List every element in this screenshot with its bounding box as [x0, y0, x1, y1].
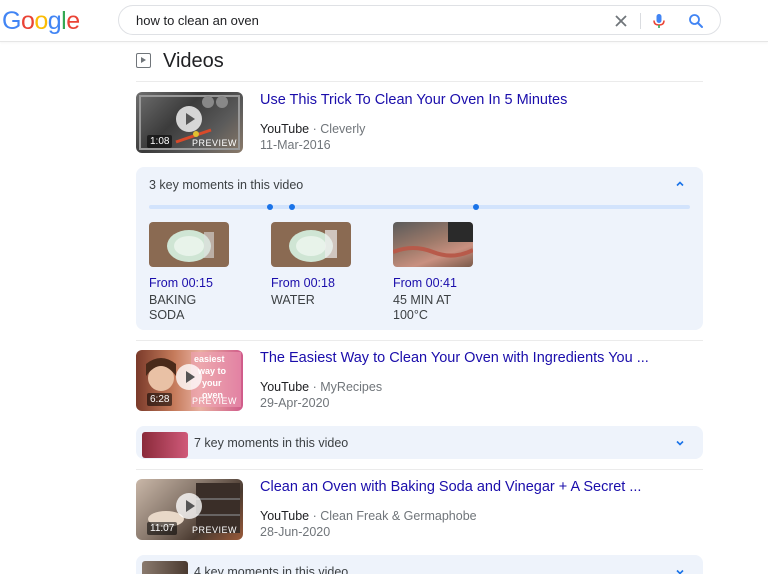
video-duration: 1:08 — [147, 135, 173, 148]
logo-letter: o — [34, 7, 48, 35]
key-moments-toggle[interactable]: 4 key moments in this video — [194, 565, 348, 574]
video-duration: 6:28 — [147, 393, 173, 406]
video-date: 28-Jun-2020 — [260, 525, 331, 539]
logo-letter: g — [47, 7, 62, 35]
logo-letter: G — [2, 7, 21, 35]
video-duration: 11:07 — [147, 522, 178, 535]
bowl-image — [167, 230, 214, 262]
clear-icon[interactable] — [612, 12, 630, 30]
key-moment[interactable]: From 00:41 45 MIN AT 100°C — [393, 222, 503, 323]
timeline-marker[interactable] — [267, 204, 273, 210]
preview-label: PREVIEW — [191, 396, 237, 406]
moment-timestamp[interactable]: From 00:18 — [271, 276, 381, 290]
timeline-marker[interactable] — [473, 204, 479, 210]
video-result: 11:07 PREVIEW Clean an Oven with Baking … — [136, 479, 703, 541]
logo-letter: e — [66, 7, 80, 35]
search-icon[interactable] — [687, 12, 705, 30]
divider — [136, 81, 703, 82]
moment-description: WATER — [271, 293, 315, 307]
video-thumbnail[interactable]: 1:08 PREVIEW — [136, 92, 243, 153]
separator: · — [312, 380, 317, 394]
google-logo[interactable]: Google — [2, 7, 80, 36]
video-play-icon — [136, 53, 151, 68]
moment-thumbnail[interactable] — [271, 222, 351, 267]
channel-name: Cleverly — [320, 122, 366, 136]
video-source: YouTube · MyRecipes — [260, 380, 382, 394]
key-moments-panel: 3 key moments in this video From 00:15 B… — [136, 167, 703, 330]
source-name: YouTube — [260, 122, 310, 136]
moment-thumbnail[interactable] — [149, 222, 229, 267]
key-moments-toggle[interactable]: 3 key moments in this video — [149, 178, 303, 192]
video-result: 1:08 PREVIEW Use This Trick To Clean You… — [136, 92, 703, 154]
microphone-icon[interactable] — [650, 12, 668, 30]
key-moment[interactable]: From 00:18 WATER — [271, 222, 381, 308]
key-moments-toggle[interactable]: 7 key moments in this video — [194, 436, 348, 450]
bowl-image — [289, 230, 337, 262]
source-name: YouTube — [260, 509, 310, 523]
chevron-down-icon[interactable] — [675, 438, 685, 448]
moment-description: BAKING SODA — [149, 293, 197, 322]
key-moments-collapsed[interactable]: 7 key moments in this video — [136, 426, 703, 459]
moment-timestamp[interactable]: From 00:15 — [149, 276, 259, 290]
key-moments-collapsed[interactable]: 4 key moments in this video — [136, 555, 703, 574]
moments-timeline[interactable] — [149, 204, 690, 210]
search-header: Google how to clean an oven — [0, 0, 768, 42]
separator: · — [312, 509, 317, 523]
search-divider — [640, 13, 641, 29]
search-input[interactable]: how to clean an oven — [136, 13, 259, 28]
key-moment[interactable]: From 00:15 BAKING SODA — [149, 222, 259, 323]
separator: · — [312, 122, 317, 136]
svg-text:your: your — [202, 378, 222, 388]
video-source: YouTube · Cleverly — [260, 122, 365, 136]
section-title: Videos — [163, 50, 224, 72]
channel-name: Clean Freak & Germaphobe — [320, 509, 477, 523]
oven-tray-image — [393, 222, 473, 258]
divider — [136, 469, 703, 470]
play-icon[interactable] — [176, 364, 202, 390]
video-thumbnail[interactable]: 11:07 PREVIEW — [136, 479, 243, 540]
preview-label: PREVIEW — [191, 138, 237, 148]
preview-label: PREVIEW — [191, 525, 237, 535]
moment-thumbnail[interactable] — [393, 222, 473, 267]
moment-preview-thumbnail — [142, 432, 188, 458]
play-icon[interactable] — [176, 106, 202, 132]
channel-name: MyRecipes — [320, 380, 383, 394]
video-thumbnail[interactable]: easiest way to your oven 6:28 PREVIEW — [136, 350, 243, 411]
video-title-link[interactable]: Use This Trick To Clean Your Oven In 5 M… — [260, 92, 567, 108]
video-result: easiest way to your oven 6:28 PREVIEW Th… — [136, 350, 703, 412]
chevron-up-icon[interactable] — [675, 179, 685, 189]
moment-description: 45 MIN AT 100°C — [393, 293, 452, 322]
video-date: 11-Mar-2016 — [260, 138, 331, 152]
chevron-down-icon[interactable] — [675, 567, 685, 574]
video-title-link[interactable]: Clean an Oven with Baking Soda and Vineg… — [260, 479, 641, 495]
video-date: 29-Apr-2020 — [260, 396, 330, 410]
divider — [136, 340, 703, 341]
source-name: YouTube — [260, 380, 310, 394]
video-title-link[interactable]: The Easiest Way to Clean Your Oven with … — [260, 350, 649, 366]
search-box[interactable]: how to clean an oven — [118, 5, 721, 35]
moment-timestamp[interactable]: From 00:41 — [393, 276, 503, 290]
svg-text:easiest: easiest — [194, 354, 225, 364]
video-source: YouTube · Clean Freak & Germaphobe — [260, 509, 477, 523]
timeline-marker[interactable] — [289, 204, 295, 210]
play-icon[interactable] — [176, 493, 202, 519]
logo-letter: o — [20, 7, 35, 35]
moment-preview-thumbnail — [142, 561, 188, 574]
